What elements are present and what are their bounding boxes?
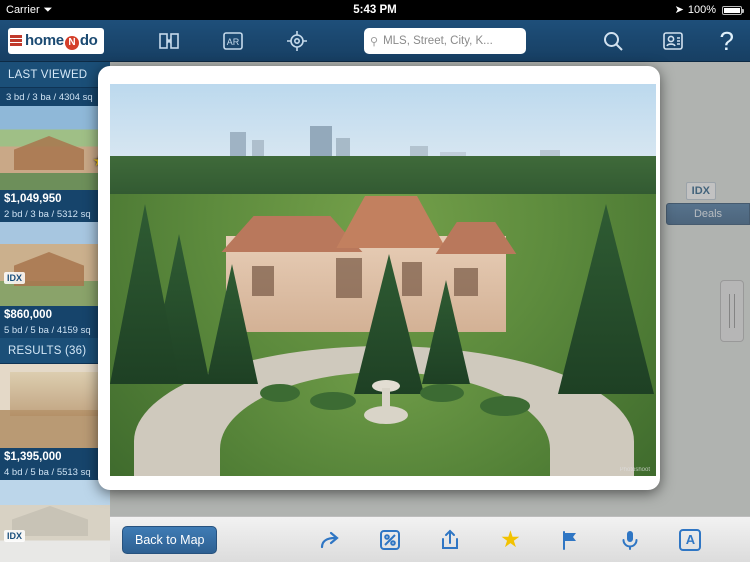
list-item[interactable]: IDX [0,480,110,562]
navbar-tools: AR [156,28,310,54]
app-navbar: home Ndo AR ⚲ MLS, Street, City, K... ? [0,20,750,62]
sidebar-header-last-viewed: LAST VIEWED [0,62,110,88]
listing-photo [0,364,110,448]
flag-icon[interactable] [557,527,583,553]
listing-photo [0,106,110,190]
percent-icon[interactable] [377,527,403,553]
app-root: Carrier ⏷ 5:43 PM ➤ 100% home Ndo AR ⚲ M… [0,0,750,562]
logo-bars-icon [10,35,22,46]
text-box-icon[interactable]: A [677,527,703,553]
listing-details: 2 bd / 3 ba / 5312 sq [0,207,110,222]
search-input[interactable]: ⚲ MLS, Street, City, K... [364,28,526,54]
list-item[interactable]: ★ [0,106,110,190]
list-item[interactable] [0,364,110,448]
share-arrow-icon[interactable] [317,527,343,553]
status-bar-right: ➤ 100% [550,0,750,20]
export-icon[interactable] [437,527,463,553]
status-bar-left: Carrier ⏷ [0,0,200,20]
photo-modal[interactable]: Photoshoot [98,66,660,490]
photo-bush [420,384,464,402]
logo-text: home Ndo [25,32,98,50]
photo-house [206,192,526,332]
listing-price: $1,395,000 [0,448,110,465]
idx-badge: IDX [4,530,26,542]
logo-text-right: do [79,31,98,49]
idx-badge: IDX [4,272,26,284]
sidebar-header-results: RESULTS (36) [0,338,110,364]
listing-photo [0,222,110,306]
sidebar-last-viewed-details: 3 bd / 3 ba / 4304 sq [0,88,110,106]
search-icon: ⚲ [370,35,379,48]
carrier-label: Carrier [6,4,40,16]
logo-text-n: N [64,35,79,50]
battery-icon [722,5,744,15]
location-arrow-icon: ➤ [674,4,684,16]
star-icon[interactable]: ★ [497,526,523,553]
photo-bush [260,384,300,402]
svg-text:AR: AR [226,37,239,47]
ios-status-bar: Carrier ⏷ 5:43 PM ➤ 100% [0,0,750,20]
navbar-right-tools: ? [600,20,750,62]
logo-text-left: home [25,31,64,49]
status-bar-time: 5:43 PM [353,4,397,16]
contacts-icon[interactable] [660,28,686,54]
target-icon[interactable] [284,28,310,54]
search-icon-large[interactable] [600,28,626,54]
photo-bush [480,396,530,416]
listing-photo [0,480,110,562]
listing-details: 4 bd / 5 ba / 5513 sq [0,465,110,480]
app-logo[interactable]: home Ndo [8,27,104,54]
listing-price: $860,000 [0,306,110,323]
battery-percent-label: 100% [687,4,716,16]
toolbar-actions: ★ A [317,526,703,553]
sidebar: LAST VIEWED 3 bd / 3 ba / 4304 sq ★ $1,0… [0,62,110,562]
compare-icon[interactable] [156,28,182,54]
search-placeholder: MLS, Street, City, K... [383,35,493,47]
photo-bush [310,392,356,410]
microphone-icon[interactable] [617,527,643,553]
property-photo: Photoshoot [110,84,656,476]
wifi-icon: ⏷ [43,4,53,16]
photo-credit: Photoshoot [619,467,650,473]
list-item[interactable]: IDX [0,222,110,306]
listing-price: $1,049,950 [0,190,110,207]
ar-icon[interactable]: AR [220,28,246,54]
photo-fountain [358,376,414,428]
back-to-map-button[interactable]: Back to Map [122,525,218,554]
listing-details: 5 bd / 5 ba / 4159 sq [0,323,110,338]
bottom-toolbar: Back to Map ★ A [110,516,750,562]
help-icon[interactable]: ? [720,28,734,54]
